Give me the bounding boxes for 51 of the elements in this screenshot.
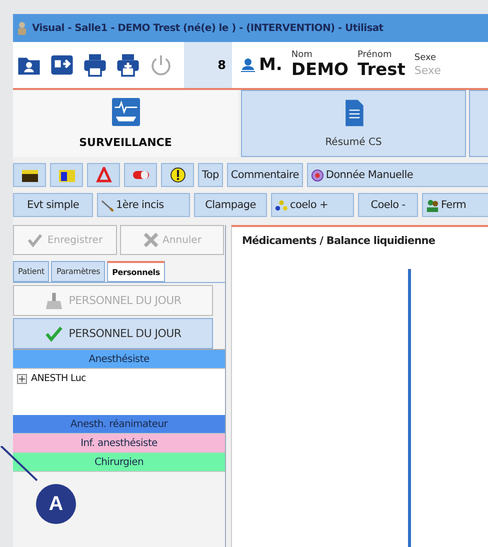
toolbar-button[interactable]: coelo + [271, 193, 354, 217]
toolbar-button[interactable]: 1ère incis [97, 193, 190, 217]
toolbar-button[interactable] [50, 163, 83, 187]
toolbar-button[interactable]: Coelo - [358, 193, 418, 217]
warning-icon [168, 167, 188, 183]
field-label: Prénom [357, 51, 393, 60]
printer-icon[interactable] [116, 53, 140, 77]
tab[interactable]: Résumé CS [241, 90, 466, 157]
tab[interactable]: Personnels [107, 261, 165, 282]
box-icon [20, 167, 40, 183]
window-title: Visual - Salle1 - DEMO Trest (né(e) le ) - (INTERVENTION) - Utilisat [32, 22, 384, 34]
toolbar-button[interactable]: Clampage [194, 193, 267, 217]
people-icon [426, 198, 439, 212]
toolbar-button[interactable]: Ferm [422, 193, 488, 217]
case-icon [56, 167, 76, 183]
section-title: Médicaments / Balance liquidienne [241, 234, 436, 249]
tab[interactable]: Paramètres [51, 261, 106, 282]
patient-first-name: Trest [357, 62, 406, 79]
target-icon [310, 168, 324, 182]
tab-label: Résumé CS [325, 137, 382, 148]
field-label: Sexe [414, 54, 438, 63]
tab[interactable]: SURVEILLANCE [13, 90, 238, 157]
toolbar-button[interactable]: Donnée Manuelle [306, 163, 488, 187]
monitor-icon [112, 98, 140, 126]
patient-name: DEMO [291, 62, 348, 79]
check-icon [44, 324, 63, 342]
tab[interactable]: Patient [13, 261, 50, 282]
role-header: Anesthésiste [13, 350, 225, 369]
staff-button[interactable]: PERSONNEL DU JOUR [13, 318, 213, 349]
printer-icon[interactable] [83, 53, 107, 77]
role-header: Chirurgien [13, 453, 225, 472]
tab-label: SURVEILLANCE [79, 136, 172, 149]
role-header: Anesth. réanimateur [13, 415, 225, 434]
dots-icon [275, 198, 288, 212]
toolbar-button[interactable]: Commentaire [226, 163, 303, 187]
role-header: Inf. anesthésiste [13, 434, 225, 453]
cross-icon [142, 232, 159, 248]
field-label: Nom [291, 51, 314, 60]
scalpel-icon [101, 198, 114, 212]
toolbar-button[interactable] [13, 163, 46, 187]
count-field[interactable]: 8 [184, 42, 232, 88]
staff-name[interactable]: ANESTH Luc [31, 373, 86, 384]
person-icon [241, 58, 255, 72]
check-icon [27, 232, 44, 248]
toolbar-button[interactable]: Evt simple [13, 193, 93, 217]
civility: M. [259, 55, 282, 75]
expand-toggle[interactable] [17, 374, 27, 384]
app-icon [17, 21, 27, 35]
patient-sex: Sexe [414, 65, 441, 76]
toolbar-button[interactable]: Top [198, 163, 223, 187]
toolbar-button[interactable] [161, 163, 194, 187]
